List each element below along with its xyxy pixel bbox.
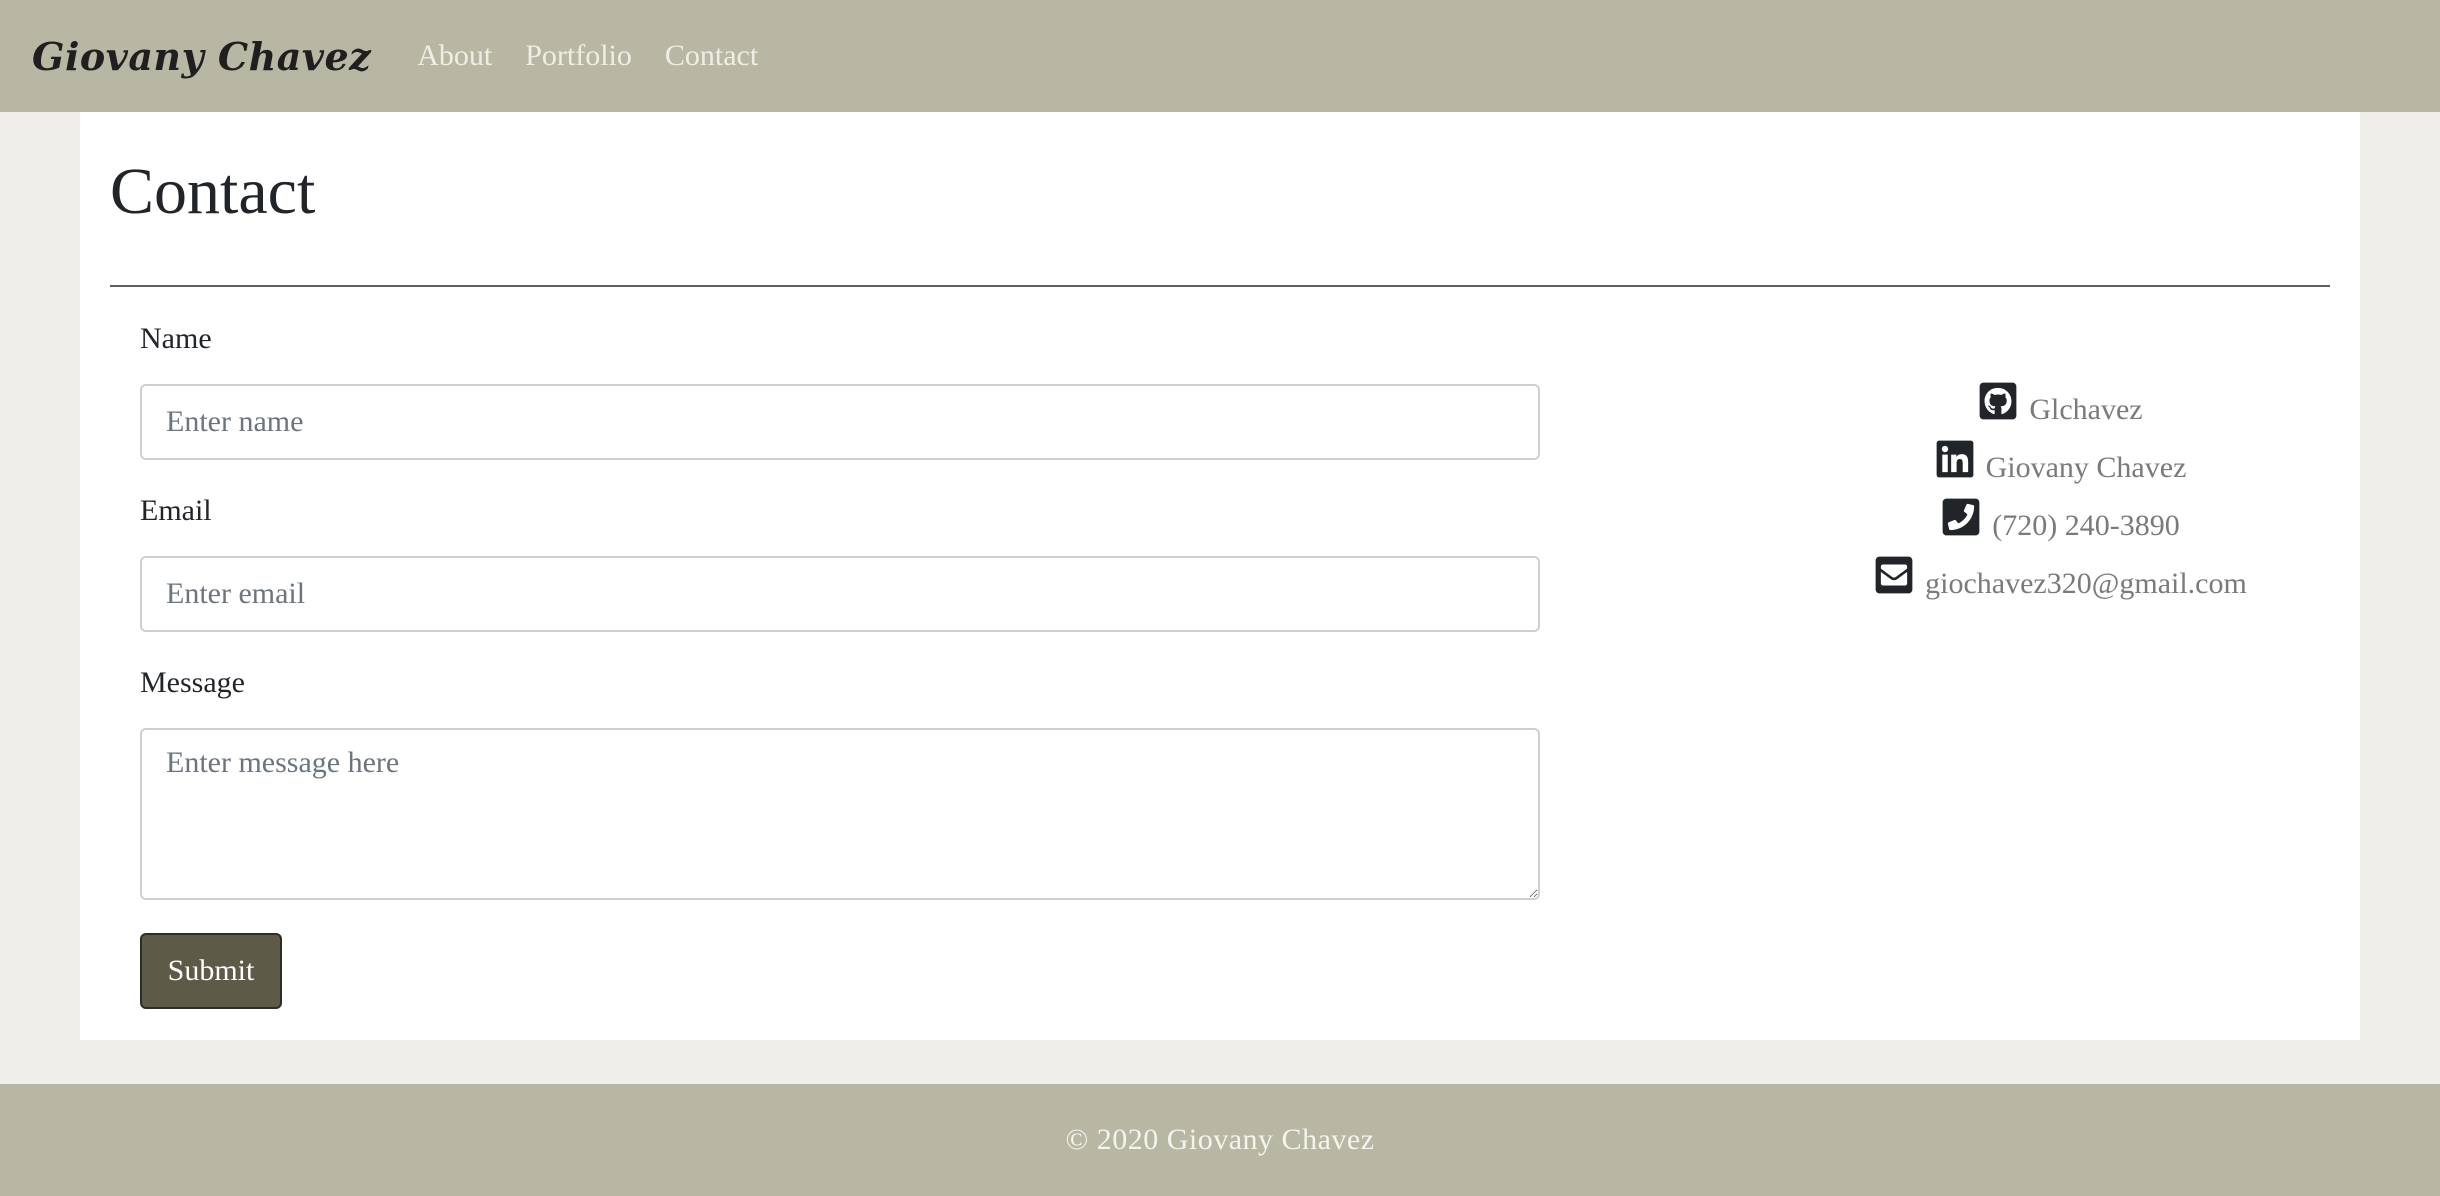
phone-number: (720) 240-3890 xyxy=(1992,509,2180,542)
contact-info: Glchavez Giovany Chavez (720) 240-3890 g… xyxy=(1610,370,2440,602)
linkedin-icon xyxy=(1934,438,1976,480)
nav-link-portfolio[interactable]: Portfolio xyxy=(525,39,632,73)
email-label: Email xyxy=(140,494,212,527)
contact-card: Contact Name Email Message Submit Glchav… xyxy=(80,112,2360,1040)
name-input[interactable] xyxy=(140,384,1540,460)
contact-item-email[interactable]: giochavez320@gmail.com xyxy=(1610,544,2440,602)
github-icon xyxy=(1977,380,2019,422)
navbar: Giovany Chavez About Portfolio Contact xyxy=(0,0,2440,112)
brand-logo[interactable]: Giovany Chavez xyxy=(32,34,371,79)
title-divider xyxy=(110,285,2330,287)
message-label: Message xyxy=(140,666,245,699)
phone-icon xyxy=(1940,496,1982,538)
github-username: Glchavez xyxy=(2029,393,2143,426)
contact-item-github[interactable]: Glchavez xyxy=(1610,370,2440,428)
linkedin-name: Giovany Chavez xyxy=(1985,451,2187,484)
footer-copyright: © 2020 Giovany Chavez xyxy=(1065,1123,1375,1156)
submit-button[interactable]: Submit xyxy=(140,933,282,1009)
nav-link-contact[interactable]: Contact xyxy=(665,39,758,73)
contact-item-phone[interactable]: (720) 240-3890 xyxy=(1610,486,2440,544)
nav-link-about[interactable]: About xyxy=(417,39,492,73)
page-title: Contact xyxy=(110,155,316,228)
contact-item-linkedin[interactable]: Giovany Chavez xyxy=(1610,428,2440,486)
email-input[interactable] xyxy=(140,556,1540,632)
name-label: Name xyxy=(140,322,212,355)
email-address: giochavez320@gmail.com xyxy=(1925,567,2247,600)
envelope-icon xyxy=(1873,554,1915,596)
message-textarea[interactable] xyxy=(140,728,1540,900)
footer: © 2020 Giovany Chavez xyxy=(0,1084,2440,1196)
